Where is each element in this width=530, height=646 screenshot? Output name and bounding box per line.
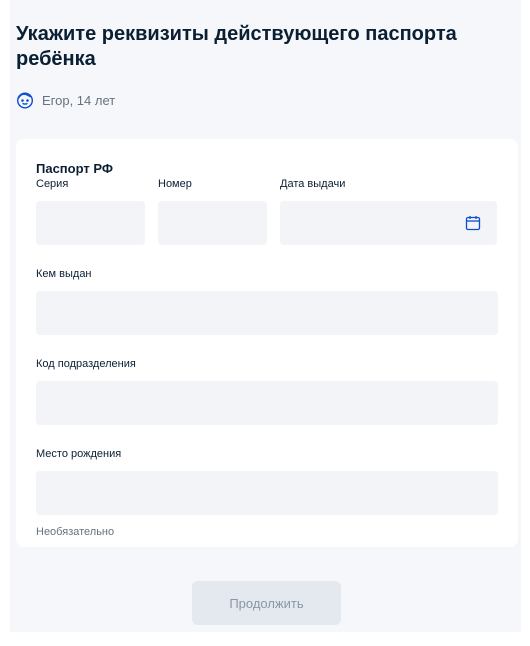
issued-by-field-group: Кем выдан xyxy=(36,267,498,335)
birth-place-field-group: Место рождения Необязательно xyxy=(36,447,498,539)
child-face-icon xyxy=(16,91,34,109)
division-code-label: Код подразделения xyxy=(36,358,136,370)
birth-place-label: Место рождения xyxy=(36,448,122,460)
section-title: Паспорт РФ xyxy=(36,161,113,176)
passport-form-card: Паспорт РФ Серия Номер Дата выдачи Кем в… xyxy=(16,139,518,547)
page-title: Укажите реквизиты действующего паспорта … xyxy=(16,23,457,70)
passport-row: Серия Номер Дата выдачи xyxy=(36,177,498,245)
birth-place-input[interactable] xyxy=(36,471,498,515)
issue-date-label: Дата выдачи xyxy=(280,178,346,190)
serial-input[interactable] xyxy=(36,201,145,245)
serial-label: Серия xyxy=(36,178,69,190)
calendar-icon[interactable] xyxy=(465,215,481,231)
issued-by-label: Кем выдан xyxy=(36,268,92,280)
continue-button[interactable]: Продолжить xyxy=(192,581,341,625)
issue-date-field-group: Дата выдачи xyxy=(280,177,497,245)
child-info: Егор, 14 лет xyxy=(16,90,515,110)
issue-date-input[interactable] xyxy=(280,201,497,245)
child-name-age: Егор, 14 лет xyxy=(42,92,116,108)
number-input[interactable] xyxy=(158,201,267,245)
division-code-input[interactable] xyxy=(36,381,498,425)
number-field-group: Номер xyxy=(158,177,267,245)
number-label: Номер xyxy=(158,178,192,190)
division-code-field-group: Код подразделения xyxy=(36,357,498,425)
page-container: Укажите реквизиты действующего паспорта … xyxy=(10,0,521,632)
serial-field-group: Серия xyxy=(36,177,145,245)
issued-by-input[interactable] xyxy=(36,291,498,335)
optional-hint: Необязательно xyxy=(36,526,115,538)
